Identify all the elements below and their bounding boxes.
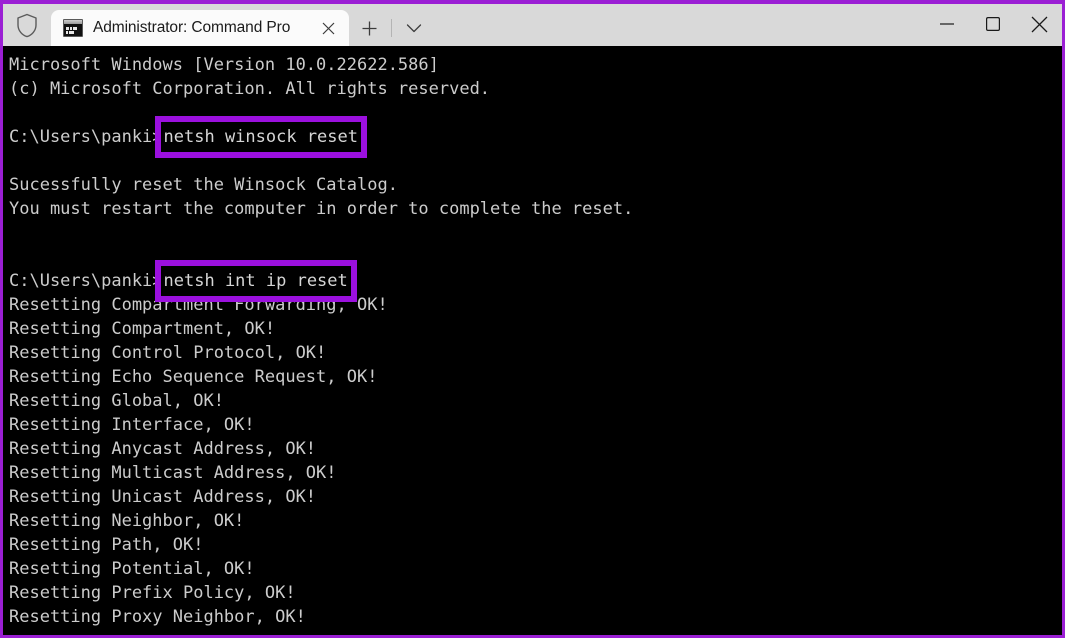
terminal-output-line: You must restart the computer in order t… xyxy=(9,197,1062,221)
tab-title: Administrator: Command Pro xyxy=(93,19,313,37)
maximize-button[interactable] xyxy=(970,4,1016,44)
tab-command-prompt[interactable]: Administrator: Command Pro xyxy=(51,10,349,46)
terminal-output-line: Resetting Control Protocol, OK! xyxy=(9,341,1062,365)
minimize-button[interactable] xyxy=(924,4,970,44)
tab-strip: Administrator: Command Pro xyxy=(51,4,924,46)
terminal-output[interactable]: Microsoft Windows [Version 10.0.22622.58… xyxy=(3,46,1062,635)
highlighted-command: netsh int ip reset xyxy=(164,269,348,293)
terminal-output-line: Resetting Proxy Neighbor, OK! xyxy=(9,605,1062,629)
terminal-output-line: Resetting Compartment, OK! xyxy=(9,317,1062,341)
terminal-output-line: Resetting Potential, OK! xyxy=(9,557,1062,581)
terminal-output-line: Sucessfully reset the Winsock Catalog. xyxy=(9,173,1062,197)
terminal-output-line: Resetting Echo Sequence Request, OK! xyxy=(9,365,1062,389)
tab-dropdown-button[interactable] xyxy=(394,10,434,46)
toolbar-divider xyxy=(391,19,392,37)
terminal-command-line: C:\Users\panki>netsh winsock reset xyxy=(9,125,1062,149)
terminal-blank-line xyxy=(9,221,1062,245)
new-tab-button[interactable] xyxy=(349,10,389,46)
command-prompt-icon xyxy=(63,19,83,37)
window-controls xyxy=(924,4,1062,46)
tab-close-icon[interactable] xyxy=(313,14,343,42)
terminal-output-line: Resetting Neighbor, OK! xyxy=(9,509,1062,533)
shield-icon xyxy=(3,4,51,46)
terminal-command-line: C:\Users\panki>netsh int ip reset xyxy=(9,269,1062,293)
terminal-blank-line xyxy=(9,149,1062,173)
title-bar[interactable]: Administrator: Command Pro xyxy=(3,4,1062,46)
close-button[interactable] xyxy=(1016,4,1062,44)
terminal-output-line: Resetting Multicast Address, OK! xyxy=(9,461,1062,485)
terminal-output-line: Resetting Path, OK! xyxy=(9,533,1062,557)
terminal-blank-line xyxy=(9,245,1062,269)
terminal-prompt: C:\Users\panki> xyxy=(9,127,163,147)
terminal-output-line: Resetting Prefix Policy, OK! xyxy=(9,581,1062,605)
terminal-output-line: Microsoft Windows [Version 10.0.22622.58… xyxy=(9,53,1062,77)
highlighted-command: netsh winsock reset xyxy=(164,125,358,149)
terminal-output-line: Resetting Compartment Forwarding, OK! xyxy=(9,293,1062,317)
terminal-prompt: C:\Users\panki> xyxy=(9,271,163,291)
terminal-output-line: Resetting Unicast Address, OK! xyxy=(9,485,1062,509)
terminal-output-line: Resetting Anycast Address, OK! xyxy=(9,437,1062,461)
terminal-output-line: Resetting Interface, OK! xyxy=(9,413,1062,437)
terminal-output-line: (c) Microsoft Corporation. All rights re… xyxy=(9,77,1062,101)
terminal-output-line: Resetting Global, OK! xyxy=(9,389,1062,413)
terminal-window: Administrator: Command Pro xyxy=(0,0,1065,638)
terminal-blank-line xyxy=(9,101,1062,125)
